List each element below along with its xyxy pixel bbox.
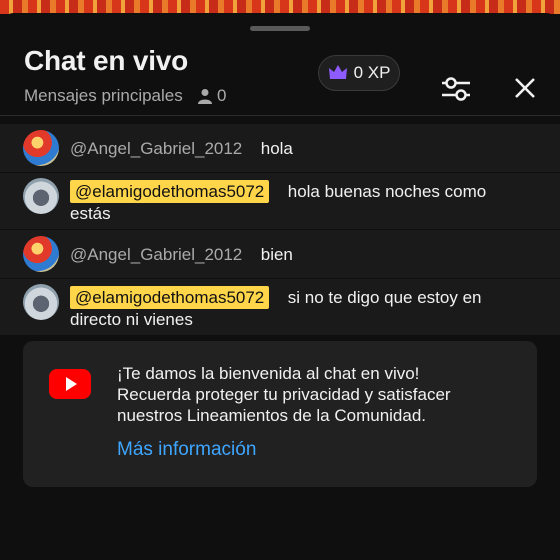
welcome-line: ¡Te damos la bienvenida al chat en vivo! xyxy=(117,364,420,383)
message-author-highlighted[interactable]: @elamigodethomas5072 xyxy=(70,180,270,203)
settings-button[interactable] xyxy=(436,71,476,107)
message-author[interactable]: @Angel_Gabriel_2012 xyxy=(70,139,242,158)
page-title: Chat en vivo xyxy=(24,45,189,76)
message-text: si no te digo que estoy en xyxy=(287,288,482,307)
message-text: bien xyxy=(260,245,293,264)
welcome-banner: ¡Te damos la bienvenida al chat en vivo!… xyxy=(23,341,537,487)
video-edge-strip xyxy=(0,0,560,14)
welcome-line: nuestros Lineamientos de la Comunidad. xyxy=(117,406,427,425)
person-icon xyxy=(198,89,212,104)
chat-message[interactable]: @elamigodethomas5072 si no te digo que e… xyxy=(0,279,560,335)
close-icon xyxy=(515,78,535,98)
more-info-link[interactable]: Más información xyxy=(117,439,256,461)
message-text: hola xyxy=(260,139,293,158)
xp-button[interactable]: 0 XP xyxy=(318,55,400,91)
close-button[interactable] xyxy=(508,71,542,105)
message-text-continued: estás xyxy=(70,204,111,223)
chat-message[interactable]: @elamigodethomas5072 hola buenas noches … xyxy=(0,173,560,229)
drag-handle[interactable] xyxy=(250,26,310,31)
welcome-line: Recuerda proteger tu privacidad y satisf… xyxy=(117,385,451,404)
message-author-highlighted[interactable]: @elamigodethomas5072 xyxy=(70,286,270,309)
thomas-avatar[interactable] xyxy=(23,284,59,320)
xp-label: 0 XP xyxy=(353,63,391,82)
header-divider xyxy=(0,115,560,116)
chat-message[interactable]: @Angel_Gabriel_2012 bien xyxy=(0,230,560,278)
chat-message[interactable]: @Angel_Gabriel_2012 hola xyxy=(0,124,560,172)
youtube-logo-icon xyxy=(49,369,91,399)
message-text: hola buenas noches como xyxy=(287,182,487,201)
message-text-continued: directo ni vienes xyxy=(70,310,193,329)
viewer-count: 0 xyxy=(197,86,226,106)
crown-icon xyxy=(328,65,347,79)
message-author[interactable]: @Angel_Gabriel_2012 xyxy=(70,245,242,264)
filter-sliders-icon xyxy=(442,77,470,101)
thomas-avatar[interactable] xyxy=(23,178,59,214)
welcome-text: ¡Te damos la bienvenida al chat en vivo!… xyxy=(117,363,517,426)
mario-avatar[interactable] xyxy=(23,236,59,272)
chat-mode-selector[interactable]: Mensajes principales xyxy=(24,86,183,106)
mario-avatar[interactable] xyxy=(23,130,59,166)
viewer-count-value: 0 xyxy=(217,86,227,105)
